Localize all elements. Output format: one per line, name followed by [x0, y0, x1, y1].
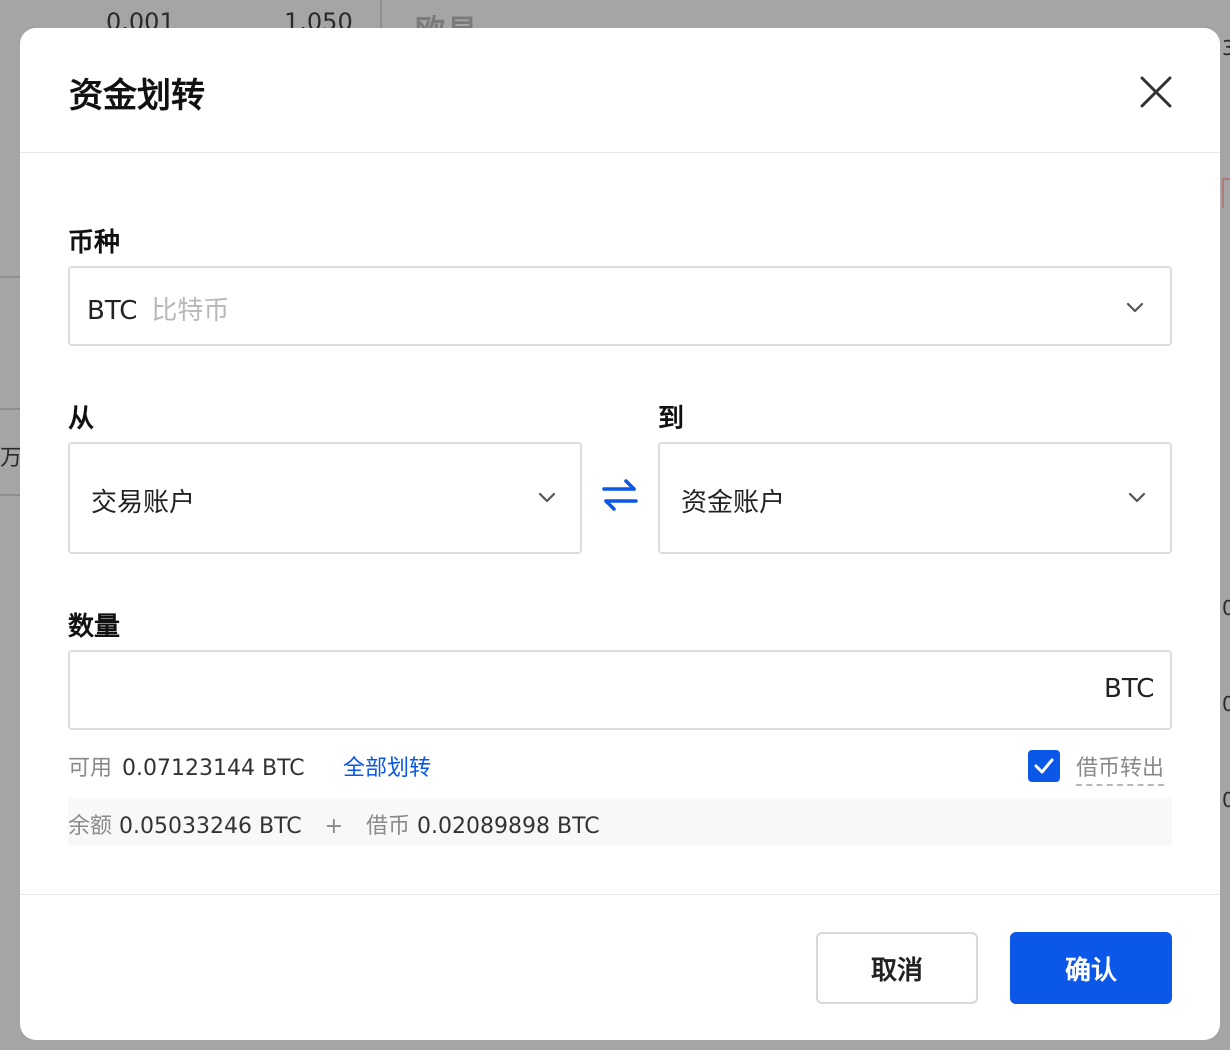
bg-text: 0 — [1222, 692, 1230, 716]
amount-label: 数量 — [68, 612, 121, 642]
cancel-button[interactable]: 取消 — [816, 932, 978, 1004]
bg-divider — [380, 0, 382, 28]
to-account-select[interactable]: 资金账户 — [658, 442, 1172, 554]
amount-unit: BTC — [1104, 674, 1155, 704]
check-icon — [1034, 758, 1054, 774]
balance-label: 余额 — [68, 814, 113, 839]
footer-divider — [20, 894, 1220, 895]
dialog-title: 资金划转 — [69, 76, 205, 116]
balance-breakdown: 余额 0.05033246 BTC + 借币 0.02089898 BTC — [68, 798, 1172, 846]
close-button[interactable] — [1136, 72, 1176, 112]
borrow-out-label[interactable]: 借币转出 — [1076, 750, 1165, 786]
swap-icon — [602, 479, 638, 511]
bg-text: 万 — [0, 446, 23, 471]
chevron-down-icon — [538, 492, 556, 503]
from-account-value: 交易账户 — [91, 488, 196, 518]
dialog-header: 资金划转 — [20, 28, 1220, 153]
swap-accounts-button[interactable] — [600, 478, 640, 512]
chevron-down-icon — [1126, 302, 1144, 313]
close-icon — [1140, 76, 1172, 108]
transfer-dialog: 资金划转 币种 BTC 比特币 从 到 交易账户 资金账户 数量 BTC 可用 … — [20, 28, 1220, 1040]
from-label: 从 — [68, 404, 95, 434]
bg-text: 3 — [1222, 36, 1230, 60]
to-label: 到 — [658, 404, 685, 434]
balance-value: 0.05033246 BTC — [119, 814, 302, 839]
borrow-out-checkbox[interactable] — [1028, 750, 1060, 782]
bg-chart-fragment — [1222, 178, 1230, 208]
bg-divider — [0, 494, 20, 496]
chevron-down-icon — [1128, 492, 1146, 503]
available-label: 可用 — [68, 756, 113, 781]
bg-divider — [0, 276, 20, 278]
available-info: 可用 0.07123144 BTC — [68, 750, 305, 782]
currency-code: BTC — [87, 296, 138, 326]
currency-value: BTC 比特币 — [87, 290, 229, 327]
bg-divider — [0, 408, 20, 410]
to-account-value: 资金账户 — [681, 488, 786, 518]
borrow-label: 借币 — [366, 814, 411, 839]
amount-input[interactable]: BTC — [68, 650, 1172, 730]
currency-select[interactable]: BTC 比特币 — [68, 266, 1172, 346]
confirm-button[interactable]: 确认 — [1010, 932, 1172, 1004]
transfer-all-link[interactable]: 全部划转 — [343, 750, 431, 782]
borrow-value: 0.02089898 BTC — [417, 814, 600, 839]
plus-sign: + — [324, 814, 344, 839]
available-value: 0.07123144 BTC — [122, 756, 305, 781]
bg-text: 0 — [1222, 788, 1230, 812]
currency-name: 比特币 — [151, 296, 230, 326]
bg-text: 0 — [1222, 596, 1230, 620]
currency-label: 币种 — [68, 228, 121, 258]
from-account-select[interactable]: 交易账户 — [68, 442, 582, 554]
